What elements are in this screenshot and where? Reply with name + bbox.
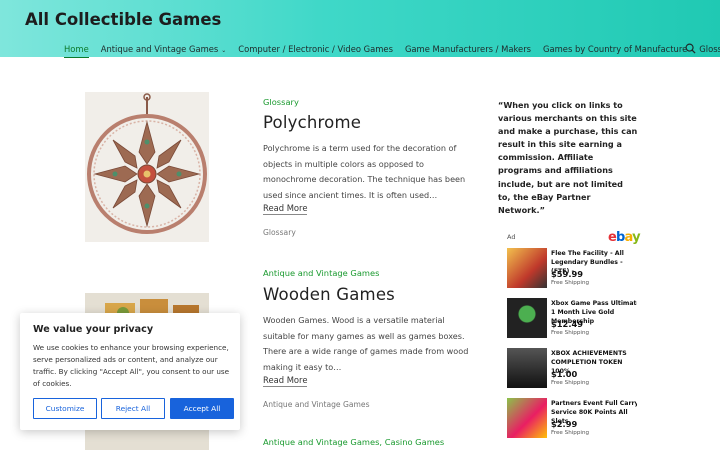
post-title[interactable]: Polychrome	[263, 113, 361, 132]
ebay-logo: ebay	[608, 230, 641, 245]
ebay-logo-letter: y	[632, 230, 640, 245]
post-thumbnail-polychrome[interactable]	[85, 92, 209, 242]
read-more-link[interactable]: Read More	[263, 203, 308, 215]
post-category[interactable]: Antique and Vintage Games, Casino Games	[263, 437, 444, 447]
post-category[interactable]: Glossary	[263, 97, 299, 107]
site-header: All Collectible Games Home Antique and V…	[0, 0, 720, 58]
ad-shipping: Free Shipping	[551, 380, 590, 386]
nav-item-antique-vintage[interactable]: Antique and Vintage Games ⌄	[101, 44, 227, 54]
ad-item[interactable]: Xbox Game Pass Ultimate 1 Month Live Gol…	[507, 296, 637, 340]
nav-item-manufacturers[interactable]: Game Manufacturers / Makers	[405, 44, 531, 54]
post-category[interactable]: Antique and Vintage Games	[263, 268, 379, 278]
cookie-text: We use cookies to enhance your browsing …	[33, 343, 230, 388]
ad-thumbnail	[507, 298, 547, 338]
accept-all-button[interactable]: Accept All	[170, 398, 234, 419]
ebay-logo-letter: a	[624, 230, 633, 245]
site-title[interactable]: All Collectible Games	[25, 10, 221, 29]
ad-thumbnail	[507, 248, 547, 288]
ad-shipping: Free Shipping	[551, 280, 590, 286]
read-more-link[interactable]: Read More	[263, 375, 308, 387]
nav-item-glossary[interactable]: Glossary	[699, 44, 720, 54]
post-excerpt: Polychrome is a term used for the decora…	[263, 143, 466, 200]
post-title[interactable]: Wooden Games	[263, 285, 395, 304]
search-icon[interactable]	[685, 43, 696, 54]
ebay-logo-letter: b	[616, 230, 625, 245]
post-excerpt: Wooden Games. Wood is a versatile materi…	[263, 315, 469, 372]
ad-price: $59.99	[551, 269, 584, 279]
ad-item[interactable]: Flee The Facility - All Legendary Bundle…	[507, 246, 637, 290]
ad-item[interactable]: Partners Event Full Carry Service 80K Po…	[507, 396, 637, 440]
ad-label: Ad	[507, 233, 516, 241]
post-meta-category[interactable]: Antique and Vintage Games	[263, 400, 370, 409]
ad-shipping: Free Shipping	[551, 430, 590, 436]
customize-button[interactable]: Customize	[33, 398, 97, 419]
nav-item-label: Antique and Vintage Games	[100, 44, 219, 54]
ad-thumbnail	[507, 398, 547, 438]
ebay-logo-letter: e	[608, 230, 617, 245]
main-nav: Home Antique and Vintage Games ⌄ Computer…	[64, 42, 720, 58]
affiliate-disclosure: “When you click on links to various merc…	[498, 100, 638, 215]
cookie-title: We value your privacy	[33, 324, 154, 335]
nav-item-home[interactable]: Home	[64, 44, 89, 58]
ad-price: $2.99	[551, 419, 578, 429]
ad-thumbnail	[507, 348, 547, 388]
post-meta-category[interactable]: Glossary	[263, 228, 296, 237]
nav-item-computer-video[interactable]: Computer / Electronic / Video Games	[238, 44, 393, 54]
cookie-consent-banner: We value your privacy We use cookies to …	[20, 313, 240, 430]
reject-all-button[interactable]: Reject All	[101, 398, 165, 419]
chevron-down-icon: ⌄	[221, 47, 227, 54]
ad-item[interactable]: XBOX ACHIEVEMENTS COMPLETION TOKEN 100% …	[507, 346, 637, 390]
ad-price: $1.00	[551, 369, 578, 379]
nav-item-by-country[interactable]: Games by Country of Manufacture	[543, 44, 687, 54]
ad-price: $12.49	[551, 319, 584, 329]
ad-shipping: Free Shipping	[551, 330, 590, 336]
